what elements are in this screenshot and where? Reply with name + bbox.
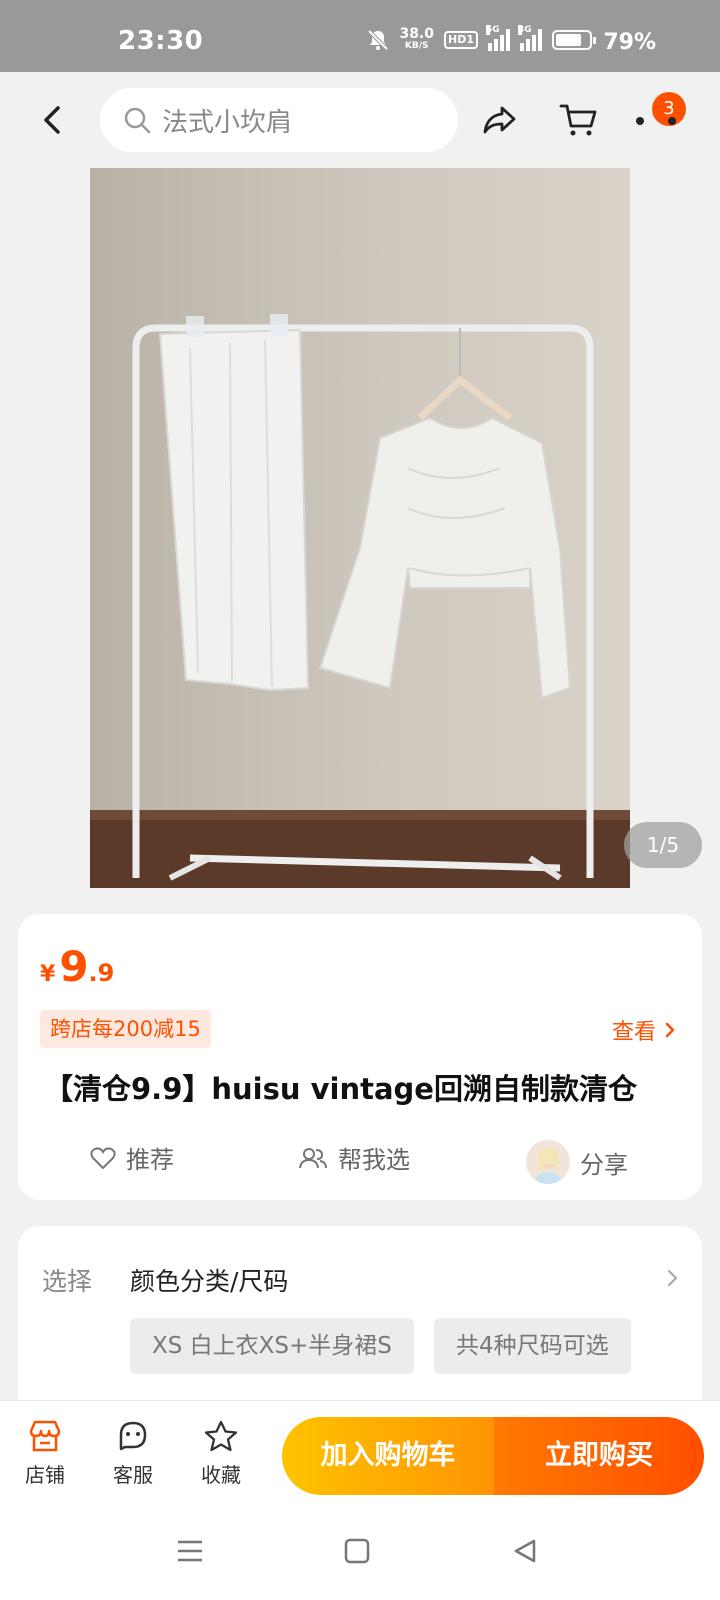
avatar-illustration	[534, 1148, 562, 1184]
battery-fill	[556, 34, 582, 46]
sku-count-chip[interactable]: 共4种尺码可选	[434, 1318, 631, 1374]
buy-now-button[interactable]: 立即购买	[494, 1417, 704, 1495]
star-icon	[204, 1420, 238, 1452]
net-speed: 38.0 KB/S	[399, 26, 434, 52]
promo-tag[interactable]: 跨店每200减15	[40, 1010, 211, 1048]
favorite-button[interactable]: 收藏	[186, 1419, 256, 1488]
product-actions: 推荐 帮我选 分享	[18, 1130, 702, 1186]
mute-bell-icon	[368, 29, 389, 51]
people-icon	[299, 1147, 327, 1168]
shop-button[interactable]: 店铺	[10, 1419, 80, 1488]
customer-service-button[interactable]: 客服	[98, 1419, 168, 1488]
share-arrow-icon[interactable]	[478, 98, 522, 142]
battery-icon	[552, 30, 596, 50]
service-face-icon	[119, 1421, 147, 1451]
chevron-right-icon	[665, 1022, 675, 1038]
help-choose-label: 帮我选	[338, 1146, 410, 1174]
status-time: 23:30	[118, 26, 204, 56]
net-speed-value: 38.0	[399, 26, 434, 42]
product-photo	[90, 168, 630, 888]
price-decimal: .9	[88, 959, 115, 987]
share-button[interactable]: 分享	[526, 1140, 628, 1184]
add-to-cart-button[interactable]: 加入购物车	[282, 1417, 494, 1495]
signal2-label: 3G	[518, 25, 532, 35]
back-arrow-icon[interactable]	[38, 102, 68, 138]
service-label: 客服	[113, 1463, 153, 1487]
avatar	[526, 1140, 570, 1184]
menu-icon[interactable]	[176, 1538, 204, 1564]
top-nav: 法式小坎肩 3	[0, 72, 720, 168]
back-triangle-icon[interactable]	[512, 1538, 538, 1564]
sku-chip[interactable]: XS 白上衣XS+半身裙S	[130, 1318, 414, 1374]
more-menu-icon[interactable]	[634, 116, 678, 126]
help-choose-button[interactable]: 帮我选	[298, 1140, 410, 1175]
favorite-label: 收藏	[201, 1463, 241, 1487]
recommend-button[interactable]: 推荐	[90, 1140, 174, 1175]
view-promo-link[interactable]: 查看	[612, 1014, 676, 1046]
product-title: 【清仓9.9】huisu vintage回溯自制款清仓	[44, 1072, 637, 1106]
search-placeholder: 法式小坎肩	[162, 107, 293, 138]
share-label: 分享	[580, 1150, 628, 1179]
price: ¥ 9 .9	[40, 942, 114, 991]
product-info-card: ¥ 9 .9 跨店每200减15 查看 【清仓9.9】huisu vintage…	[18, 914, 702, 1200]
search-icon	[124, 107, 151, 134]
chevron-right-icon	[667, 1269, 678, 1287]
image-counter: 1/5	[624, 822, 702, 868]
shop-icon	[29, 1420, 61, 1452]
shop-label: 店铺	[25, 1463, 65, 1487]
recommend-label: 推荐	[126, 1146, 174, 1174]
select-value: 颜色分类/尺码	[130, 1267, 289, 1296]
signal1-label: 5G	[486, 25, 500, 35]
spec-selection-card[interactable]: 选择 颜色分类/尺码 XS 白上衣XS+半身裙S 共4种尺码可选	[18, 1226, 702, 1426]
product-image[interactable]	[90, 168, 630, 888]
signal-3g-icon: 3G	[518, 25, 542, 51]
bottom-action-bar: 店铺 客服 收藏 加入购物车 立即购买	[0, 1400, 720, 1510]
system-nav-bar	[0, 1510, 720, 1600]
price-integer: 9	[59, 942, 89, 991]
home-square-icon[interactable]	[344, 1538, 370, 1564]
status-icons: 38.0 KB/S HD1 5G 3G	[367, 25, 596, 52]
search-bar[interactable]: 法式小坎肩	[100, 88, 458, 152]
cart-icon[interactable]	[556, 98, 600, 142]
battery-percent: 79%	[603, 30, 656, 55]
hd-voice-badge: HD1	[444, 31, 478, 49]
status-bar: 23:30 38.0 KB/S HD1 5G 3G 79%	[0, 0, 720, 72]
select-label: 选择	[42, 1267, 93, 1296]
signal-5g-icon: 5G	[486, 25, 510, 51]
view-label: 查看	[611, 1020, 656, 1045]
heart-icon	[90, 1146, 116, 1169]
currency-symbol: ¥	[40, 962, 56, 987]
